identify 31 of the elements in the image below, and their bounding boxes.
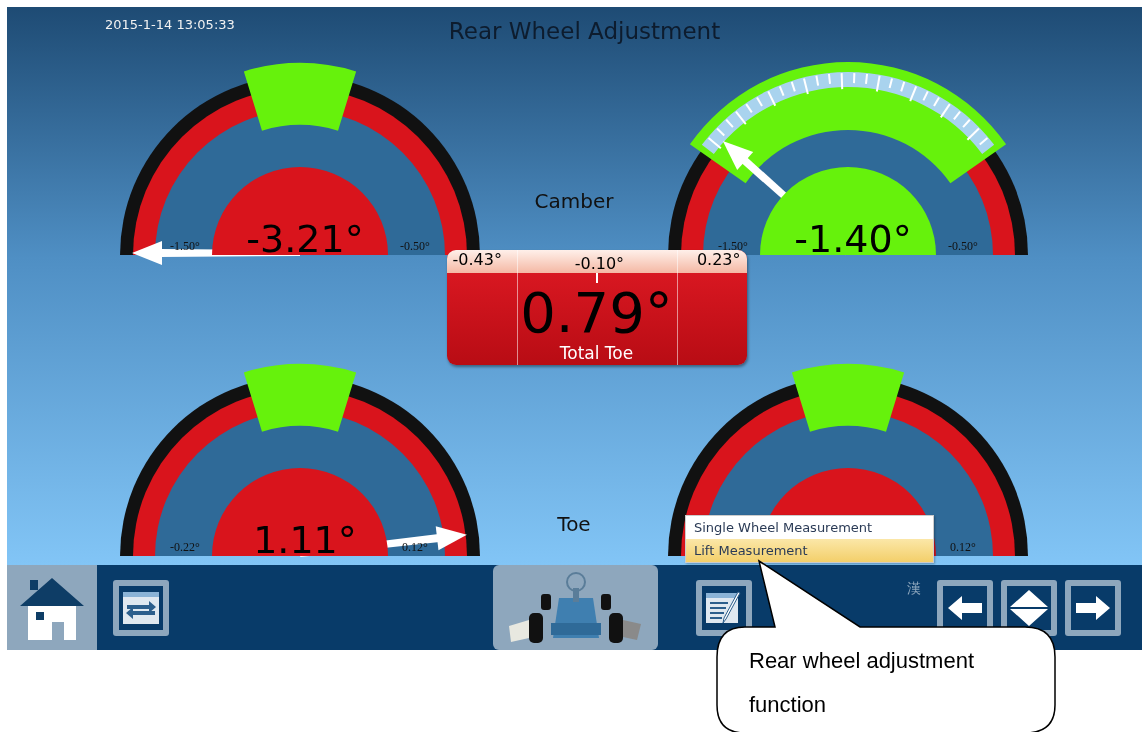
screen-title: Rear Wheel Adjustment: [448, 18, 721, 46]
center-marker: [595, 273, 598, 283]
scale-center-label: -0.10°: [574, 254, 625, 273]
menu-item[interactable]: Single Wheel Measurement: [686, 516, 933, 539]
scale-max-label: -0.50°: [948, 239, 978, 253]
scale-max-label: 0.12°: [950, 540, 976, 554]
toe-label: Toe: [557, 512, 591, 536]
transfer-icon: [123, 591, 159, 624]
diamond-arrows-icon: [1010, 589, 1048, 626]
callout-text: Rear wheel adjustment function: [749, 647, 975, 719]
scale-min-label: -0.22°: [170, 540, 200, 554]
scale-left-label: -0.43°: [452, 250, 502, 269]
date-time: 2015-1-14 13:05:33: [105, 17, 235, 32]
menu-item[interactable]: Lift Measurement: [686, 539, 933, 562]
scale-min-label: -1.50°: [718, 239, 748, 253]
total-toe-value: 0.79°: [520, 283, 673, 343]
home-button[interactable]: [7, 565, 97, 650]
gauge-value: -1.40°: [794, 217, 912, 261]
swap-button[interactable]: [113, 579, 169, 636]
total-toe-label: Total Toe: [559, 343, 634, 365]
gauge-value: 1.11°: [253, 518, 357, 562]
scale-right-label: 0.23°: [696, 250, 741, 269]
arrow-left-icon: [948, 595, 982, 620]
language-label[interactable]: 漢: [907, 580, 923, 598]
forward-button[interactable]: [1065, 579, 1121, 636]
report-button[interactable]: [696, 579, 752, 636]
document-pencil-icon: [706, 590, 742, 625]
gauge-value: -3.21°: [246, 217, 364, 261]
scale-max-label: -0.50°: [400, 239, 430, 253]
arrow-right-icon: [1076, 595, 1110, 620]
camber-label: Camber: [534, 189, 614, 213]
